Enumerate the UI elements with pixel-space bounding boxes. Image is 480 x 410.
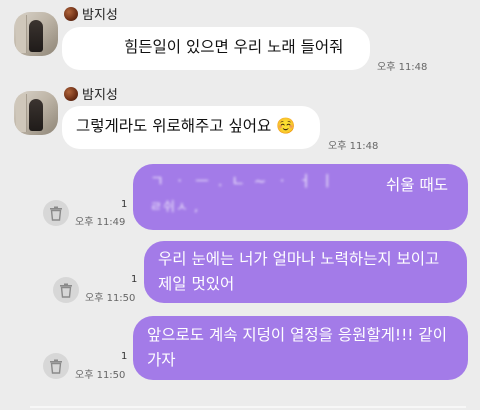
- sender-name-text: 밤지성: [82, 8, 118, 23]
- outgoing-message-bubble[interactable]: 우리 눈에는 너가 얼마나 노력하는지 보이고 제일 멋있어: [144, 241, 467, 303]
- incoming-message-bubble[interactable]: 그렇게라도 위로해주고 싶어요 ☺️: [62, 106, 320, 149]
- message-text-visible: 쉬울 때도: [386, 176, 448, 194]
- message-line: 앞으로도 계속 지덩이 열정을 응원할게!!! 같이: [147, 326, 447, 344]
- chestnut-icon: [64, 6, 78, 21]
- message-line: 가자: [147, 351, 176, 369]
- trash-icon: [60, 283, 72, 298]
- message-time: 오후 11:49: [75, 217, 126, 228]
- message-text: 그렇게라도 위로해주고 싶어요: [76, 117, 272, 135]
- bottom-divider: [30, 406, 466, 408]
- message-line: 제일 멋있어: [158, 275, 235, 293]
- outgoing-message-bubble[interactable]: 앞으로도 계속 지덩이 열정을 응원할게!!! 같이 가자: [133, 316, 468, 380]
- unread-count: 1: [121, 199, 128, 210]
- delete-button[interactable]: [53, 277, 79, 303]
- chestnut-icon: [64, 86, 78, 101]
- unread-count: 1: [121, 351, 128, 362]
- avatar[interactable]: [14, 91, 58, 135]
- message-time: 오후 11:50: [85, 293, 136, 304]
- message-time: 오후 11:48: [328, 141, 379, 152]
- trash-icon: [50, 359, 62, 374]
- message-text: 힘든일이 있으면 우리 노래 들어줘: [124, 38, 344, 56]
- avatar[interactable]: [14, 12, 58, 56]
- trash-icon: [50, 206, 62, 221]
- message-time: 오후 11:48: [377, 62, 428, 73]
- sender-name: 밤지성: [64, 84, 118, 103]
- redacted-text: ㄱ ㆍ ㅡ . ㄴ ~ ㆍ ㅓ ㅣ: [150, 172, 337, 190]
- delete-button[interactable]: [43, 200, 69, 226]
- message-time: 오후 11:50: [75, 370, 126, 381]
- message-line: 우리 눈에는 너가 얼마나 노력하는지 보이고: [158, 250, 440, 268]
- redacted-text: ㄹ쉬ㅅ ,: [150, 200, 200, 215]
- delete-button[interactable]: [43, 353, 69, 379]
- sender-name: 밤지성: [64, 4, 118, 23]
- redacted-name: [72, 36, 124, 58]
- unread-count: 1: [131, 274, 138, 285]
- sender-name-text: 밤지성: [82, 88, 118, 103]
- smile-emoji: ☺️: [276, 117, 296, 135]
